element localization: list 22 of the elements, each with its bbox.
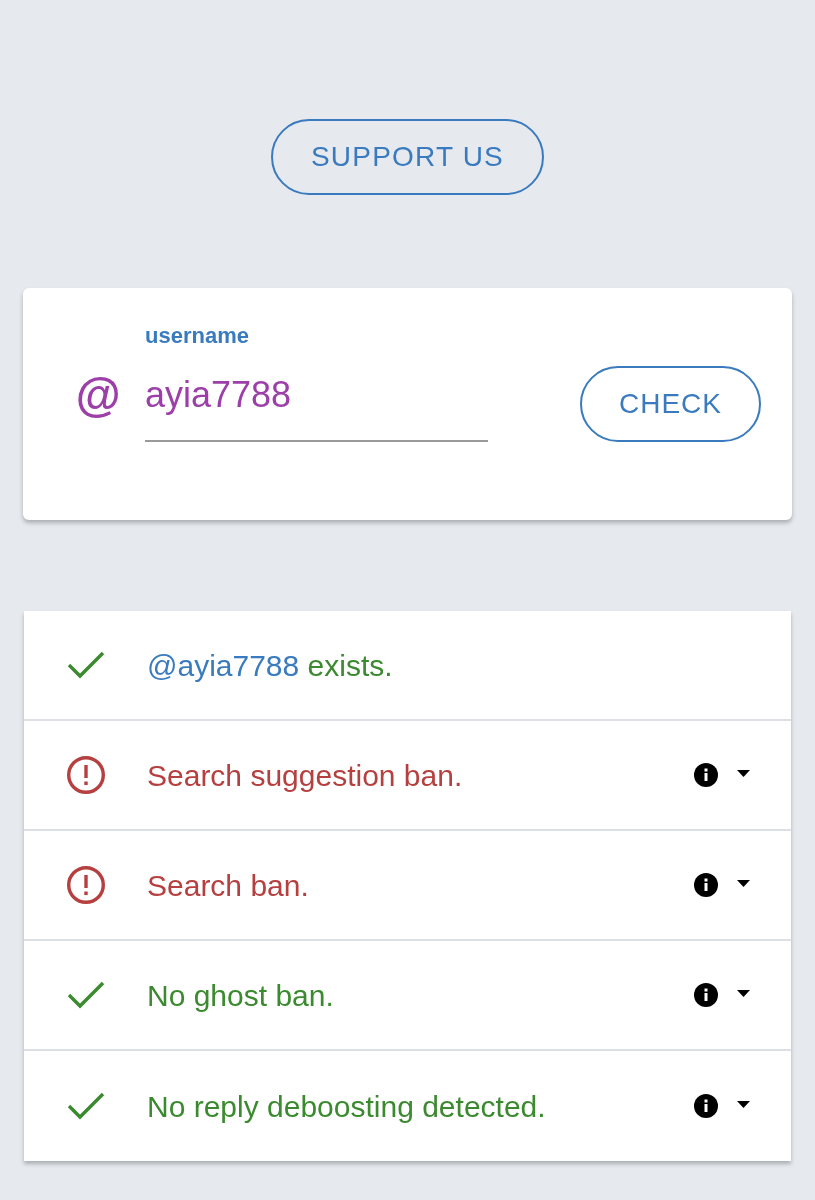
caret-icon[interactable] xyxy=(737,1100,750,1108)
at-sign-icon: @ xyxy=(75,372,121,418)
result-text: No ghost ban. xyxy=(147,977,334,1014)
check-icon xyxy=(67,650,105,680)
result-text: Search ban. xyxy=(147,867,309,904)
caret-icon[interactable] xyxy=(737,769,750,777)
result-text: @ayia7788 exists. xyxy=(147,647,393,684)
info-icon[interactable] xyxy=(694,983,718,1007)
error-icon xyxy=(67,866,105,904)
check-icon xyxy=(67,1091,105,1121)
info-icon[interactable] xyxy=(694,763,718,787)
check-icon xyxy=(67,980,105,1010)
caret-icon[interactable] xyxy=(737,879,750,887)
error-icon xyxy=(67,756,105,794)
caret-icon[interactable] xyxy=(737,989,750,997)
info-icon[interactable] xyxy=(694,1094,718,1118)
username-field[interactable]: username ayia7788 xyxy=(145,322,488,442)
result-text: Search suggestion ban. xyxy=(147,757,463,794)
info-icon[interactable] xyxy=(694,873,718,897)
check-button[interactable]: CHECK xyxy=(580,366,761,442)
result-text: No reply deboosting detected. xyxy=(147,1088,546,1125)
support-button[interactable]: SUPPORT US xyxy=(271,119,544,195)
